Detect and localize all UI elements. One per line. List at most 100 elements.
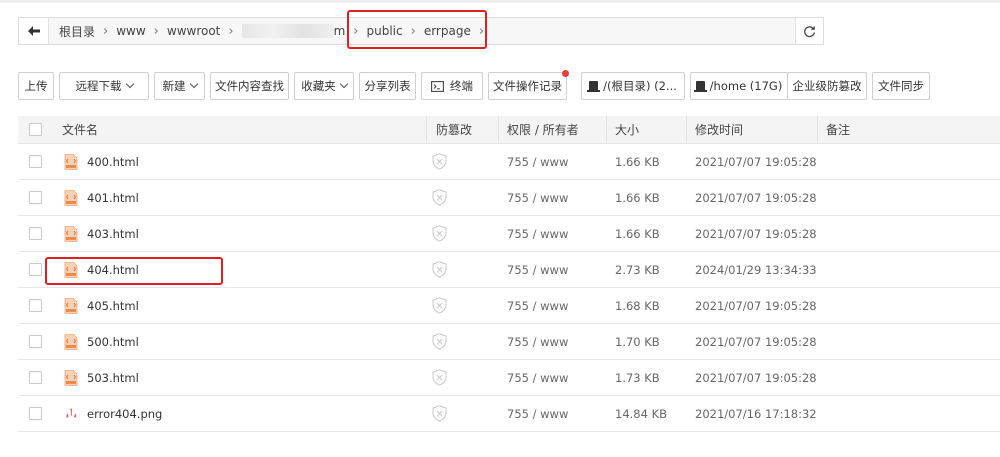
row-checkbox[interactable] [29,191,42,204]
row-checkbox[interactable] [29,227,42,240]
file-name[interactable]: error404.png [87,407,162,421]
file-size: 1.66 KB [615,226,660,241]
disk-icon [587,81,601,92]
terminal-icon [431,80,444,92]
shield-x-icon[interactable] [432,261,447,278]
file-mtime: 2021/07/16 17:18:32 [695,406,817,421]
html-file-icon [64,297,78,314]
row-checkbox[interactable] [29,263,42,276]
table-row[interactable]: 500.html 755 / www 1.70 KB 2021/07/07 19:05… [18,324,1000,360]
file-permission[interactable]: 755 / www [507,144,568,179]
remote-download-button[interactable]: 远程下载 [59,72,149,100]
file-size: 1.68 KB [615,298,660,313]
file-mtime: 2021/07/07 19:05:28 [695,190,817,205]
disk-root-button[interactable]: /(根目录) (2... [581,72,685,100]
chevron-down-icon [189,79,198,89]
row-checkbox[interactable] [29,155,42,168]
column-divider [426,116,427,143]
file-name[interactable]: 503.html [87,371,139,385]
terminal-button[interactable]: 终端 [421,72,483,100]
file-permission[interactable]: 755 / www [507,396,568,431]
file-permission[interactable]: 755 / www [507,180,568,215]
file-mtime: 2021/07/07 19:05:28 [695,154,817,169]
table-row[interactable]: error404.png 755 / www 14.84 KB 2021/07/16 … [18,396,1000,432]
file-permission[interactable]: 755 / www [507,216,568,251]
breadcrumb-item-wwwroot[interactable]: wwwroot [163,24,225,38]
table-row[interactable]: 503.html 755 / www 1.73 KB 2021/07/07 19:05… [18,360,1000,396]
redacted-site-name [241,24,334,38]
new-button[interactable]: 新建 [154,72,205,100]
file-mtime: 2021/07/07 19:05:28 [695,298,817,313]
table-row[interactable]: 400.html 755 / www 1.66 KB 2021/07/07 19:05… [18,144,1000,180]
top-divider [0,0,1000,3]
file-permission[interactable]: 755 / www [507,360,568,395]
file-permission[interactable]: 755 / www [507,252,568,287]
notification-dot [562,70,569,77]
file-name[interactable]: 400.html [87,155,139,169]
row-checkbox[interactable] [29,407,42,420]
chevron-right-icon: › [228,23,234,39]
breadcrumb-item-www[interactable]: www [112,24,149,38]
column-divider [498,116,499,143]
file-permission[interactable]: 755 / www [507,288,568,323]
table-row[interactable]: 405.html 755 / www 1.68 KB 2021/07/07 19:05… [18,288,1000,324]
file-size: 2.73 KB [615,262,660,277]
column-divider [817,116,818,143]
back-button[interactable] [19,18,49,44]
row-checkbox[interactable] [29,335,42,348]
header-tamper: 防篡改 [436,123,473,137]
file-name[interactable]: 403.html [87,227,139,241]
arrow-left-icon [27,26,40,36]
chevron-down-icon [125,79,134,89]
file-size: 1.66 KB [615,190,660,205]
shield-x-icon[interactable] [432,333,447,350]
refresh-icon [804,25,815,37]
file-permission[interactable]: 755 / www [507,324,568,359]
refresh-button[interactable] [795,18,823,44]
chevron-right-icon: › [153,23,159,39]
operation-log-button[interactable]: 文件操作记录 [488,70,569,100]
select-all-checkbox[interactable] [29,123,42,136]
file-mtime: 2021/07/07 19:05:28 [695,370,817,385]
file-name[interactable]: 401.html [87,191,139,205]
file-name[interactable]: 500.html [87,335,139,349]
file-rows: 400.html 755 / www 1.66 KB 2021/07/07 19:05… [18,144,1000,432]
header-remark: 备注 [826,123,851,137]
favorites-button[interactable]: 收藏夹 [294,72,354,100]
shield-x-icon[interactable] [432,369,447,386]
html-file-icon [64,153,78,170]
file-name[interactable]: 405.html [87,299,139,313]
row-checkbox[interactable] [29,371,42,384]
row-highlight [45,257,223,285]
header-mtime[interactable]: 修改时间 [695,116,743,143]
column-divider [686,116,687,143]
table-row[interactable]: 403.html 755 / www 1.66 KB 2021/07/07 19:05… [18,216,1000,252]
enterprise-tamper-button[interactable]: 企业级防篡改 [787,72,867,100]
chevron-down-icon [339,79,348,89]
html-file-icon [64,189,78,206]
shield-x-icon[interactable] [432,297,447,314]
shield-x-icon[interactable] [432,405,447,422]
file-size: 1.66 KB [615,154,660,169]
shield-x-icon[interactable] [432,153,447,170]
table-row[interactable]: 401.html 755 / www 1.66 KB 2021/07/07 19:05… [18,180,1000,216]
shield-x-icon[interactable] [432,189,447,206]
html-file-icon [64,333,78,350]
header-size[interactable]: 大小 [615,116,639,143]
content-search-button[interactable]: 文件内容查找 [210,72,289,100]
disk-home-button[interactable]: /home (17G) [690,72,788,100]
header-filename[interactable]: 文件名 [62,116,98,143]
share-list-button[interactable]: 分享列表 [359,72,416,100]
html-file-icon [64,369,78,386]
row-checkbox[interactable] [29,299,42,312]
file-sync-button[interactable]: 文件同步 [872,72,930,100]
shield-x-icon[interactable] [432,225,447,242]
file-mtime: 2021/07/07 19:05:28 [695,226,817,241]
file-mtime: 2024/01/29 13:34:33 [695,262,817,277]
table-header: 文件名 防篡改 权限 / 所有者 大小 修改时间 备注 [18,116,1000,144]
breadcrumb-item-root[interactable]: 根目录 [55,23,99,40]
upload-button[interactable]: 上传 [18,72,54,100]
header-permission[interactable]: 权限 / 所有者 [507,116,579,143]
image-thumbnail-icon [66,408,77,418]
disk-icon [693,81,707,92]
